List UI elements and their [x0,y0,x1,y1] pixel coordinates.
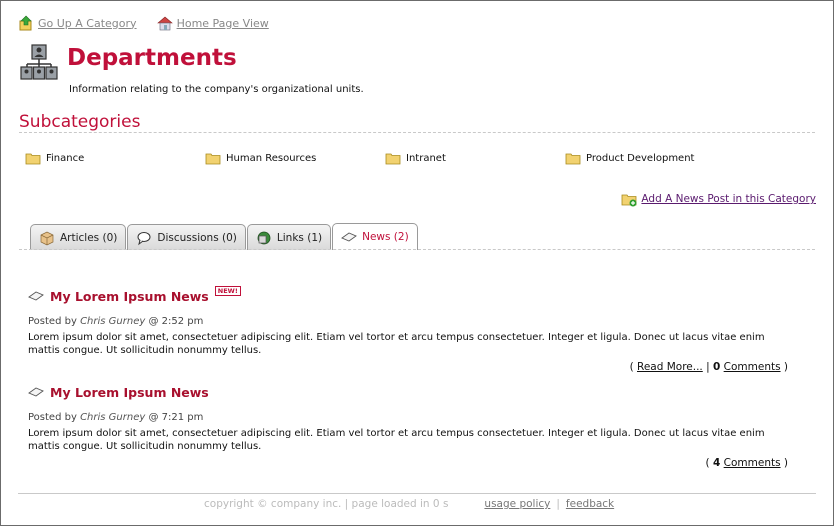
add-news-post-link[interactable]: Add A News Post in this Category [641,193,816,205]
tabs-divider [19,249,815,250]
posted-prefix: Posted by [28,412,77,423]
feedback-link[interactable]: feedback [566,498,614,510]
post-title[interactable]: My Lorem Ipsum News [50,385,209,400]
footer-spacer [454,498,478,510]
subcategory-label[interactable]: Product Development [586,153,694,164]
tab-label[interactable]: Links (1) [277,232,322,244]
add-folder-icon [622,194,637,207]
post-time: @ 2:52 pm [148,316,204,327]
page-subtitle: Information relating to the company's or… [69,84,364,95]
folder-icon [25,153,41,165]
tab-label[interactable]: News (2) [362,231,409,243]
post-body: Lorem ipsum dolor sit amet, consectetuer… [28,428,765,452]
footer-separator: | [556,498,560,510]
subcategory-intranet[interactable]: Intranet [385,150,446,166]
home-icon [156,16,173,31]
subcategory-product-development[interactable]: Product Development [565,150,694,166]
home-page-view-label[interactable]: Home Page View [177,17,269,30]
home-page-view-link[interactable]: Home Page View [156,15,269,31]
comment-count: 0 [712,361,721,373]
subcategory-label[interactable]: Finance [46,153,84,164]
post-meta: Posted by Chris Gurney @ 7:21 pm [28,412,788,423]
subcategory-human-resources[interactable]: Human Resources [205,150,316,166]
go-up-icon [19,15,32,31]
subcategories-heading: Subcategories [19,112,141,132]
new-badge: NEW! [214,286,241,296]
page-frame: Go Up A Category Home Page View Departme… [0,0,834,526]
post-title-row: My Lorem Ipsum News [28,384,788,400]
tab-label[interactable]: Articles (0) [60,232,117,244]
comments-link[interactable]: Comments [724,361,781,373]
post-body: Lorem ipsum dolor sit amet, consectetuer… [28,332,765,356]
subcategory-label[interactable]: Intranet [406,153,446,164]
page-title: Departments [67,45,237,71]
category-header: Departments [19,43,237,83]
read-more-link[interactable]: Read More... [637,361,703,373]
go-up-label[interactable]: Go Up A Category [38,17,137,30]
post-author: Chris Gurney [80,412,146,423]
go-up-category-link[interactable]: Go Up A Category [18,15,137,31]
subcategory-label[interactable]: Human Resources [226,153,316,164]
org-chart-icon [20,44,58,80]
post-footer: ( Read More... | 0 Comments ) [629,361,788,373]
add-news-post-action[interactable]: Add A News Post in this Category [621,191,816,207]
usage-policy-link[interactable]: usage policy [484,498,550,510]
tab-links[interactable]: Links (1) [246,224,332,250]
folder-icon [565,153,581,165]
folder-icon [205,153,221,165]
comments-link[interactable]: Comments [724,457,781,469]
post-time: @ 7:21 pm [148,412,204,423]
tab-discussions[interactable]: Discussions (0) [127,224,246,250]
tab-news[interactable]: News (2) [332,223,418,250]
tab-label[interactable]: Discussions (0) [157,232,237,244]
subcategories-divider [19,132,815,133]
post-title-row: My Lorem Ipsum News NEW! [28,286,788,304]
news-icon [341,232,358,242]
post-meta: Posted by Chris Gurney @ 2:52 pm [28,316,788,327]
link-icon [257,231,271,244]
news-icon [28,387,44,397]
news-post: My Lorem Ipsum News Posted by Chris Gurn… [28,384,788,470]
posted-prefix: Posted by [28,316,77,327]
comment-count: 4 [712,457,721,469]
speech-bubble-icon [137,231,151,245]
box-icon [40,231,54,245]
copyright-text: copyright © company inc. | page loaded i… [204,498,449,510]
folder-icon [385,153,401,165]
post-author: Chris Gurney [80,316,146,327]
subcategory-list: Finance Human Resources Intranet Product… [25,150,785,168]
post-title[interactable]: My Lorem Ipsum News [50,289,209,304]
post-footer: ( 4 Comments ) [705,457,788,469]
news-post: My Lorem Ipsum News NEW! Posted by Chris… [28,286,788,373]
tab-articles[interactable]: Articles (0) [30,224,127,250]
top-nav: Go Up A Category Home Page View [18,15,269,31]
page-footer: copyright © company inc. | page loaded i… [204,498,614,510]
subcategory-finance[interactable]: Finance [25,150,84,166]
content-tabs: Articles (0) Discussions (0) Links (1) N… [30,223,419,250]
news-icon [28,291,44,301]
footer-divider [18,493,816,494]
